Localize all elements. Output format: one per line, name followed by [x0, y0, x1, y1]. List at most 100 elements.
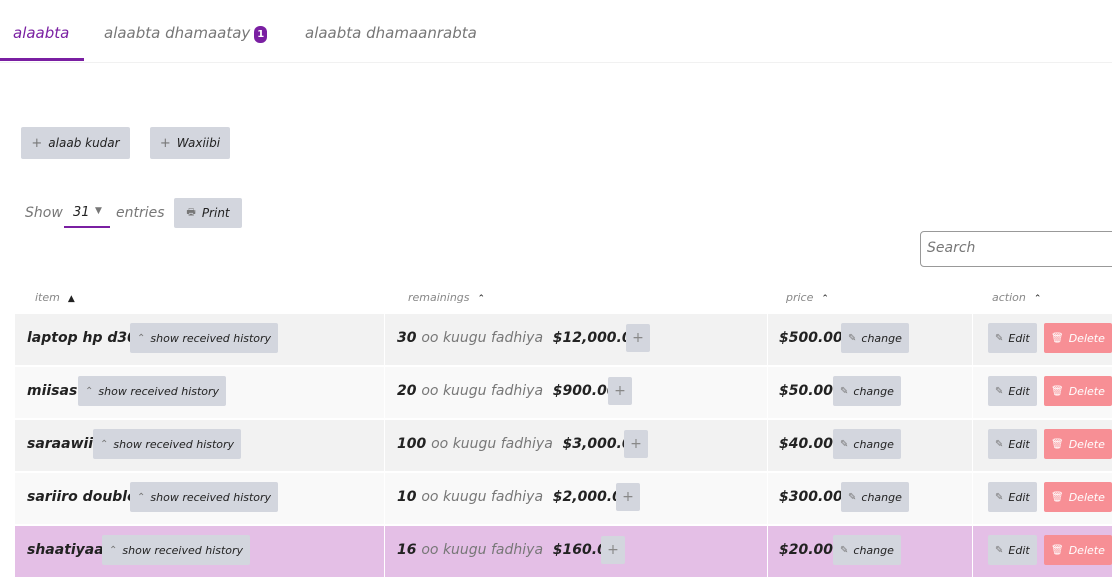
- trash-icon: 🗑: [1051, 491, 1064, 503]
- add-stock-button[interactable]: +: [616, 483, 640, 511]
- table-row: miisas ⌃ show received history 20 oo kuug…: [15, 367, 1112, 418]
- delete-label: Delete: [1068, 331, 1105, 345]
- price-value: $20.00: [779, 542, 834, 558]
- qty-text: oo kuugu fadhiya: [421, 383, 544, 399]
- search-input[interactable]: Search: [920, 231, 1112, 267]
- header-label: price: [786, 291, 814, 304]
- trash-icon: 🗑: [1051, 438, 1064, 450]
- edit-button[interactable]: ✎ Edit: [988, 482, 1037, 512]
- show-history-button[interactable]: ⌃ show received history: [102, 535, 251, 565]
- change-label: change: [861, 490, 902, 504]
- change-price-button[interactable]: ✎ change: [833, 429, 901, 459]
- item-name: shaatiyaal: [27, 542, 109, 558]
- remainings-text: 16 oo kuugu fadhiya $160.00: [397, 542, 617, 558]
- column-header-price[interactable]: price ⌃: [786, 291, 829, 304]
- edit-label: Edit: [1008, 543, 1030, 557]
- header-label: item: [35, 291, 60, 304]
- printer-icon: 🖶: [186, 206, 196, 218]
- item-name: miisas: [27, 383, 78, 399]
- add-stock-button[interactable]: +: [624, 430, 648, 458]
- qty: 10: [397, 489, 417, 505]
- qty: 100: [397, 436, 427, 452]
- change-price-button[interactable]: ✎ change: [833, 535, 901, 565]
- pencil-icon: ✎: [995, 385, 1004, 397]
- show-history-button[interactable]: ⌃ show received history: [130, 323, 279, 353]
- table-row: sariiro double ⌃ show received history 10…: [15, 473, 1112, 524]
- price-cell: $40.00 ✎ change: [768, 420, 973, 471]
- history-label: show received history: [122, 543, 244, 557]
- action-cell: ✎ Edit 🗑 Delete: [973, 367, 1112, 418]
- report-button[interactable]: + Waxiibi: [150, 127, 230, 159]
- entries-select[interactable]: 31 ▼: [64, 200, 110, 228]
- history-label: show received history: [150, 331, 272, 345]
- edit-label: Edit: [1008, 437, 1030, 451]
- price-cell: $300.00 ✎ change: [768, 473, 973, 524]
- history-label: show received history: [98, 384, 220, 398]
- active-tab-indicator: [0, 58, 84, 61]
- sort-up-icon: ⌃: [477, 294, 486, 304]
- item-name: laptop hp d30: [27, 330, 137, 346]
- action-cell: ✎ Edit 🗑 Delete: [973, 420, 1112, 471]
- add-item-button[interactable]: + alaab kudar: [21, 127, 130, 159]
- edit-button[interactable]: ✎ Edit: [988, 323, 1037, 353]
- price-value: $300.00: [779, 489, 843, 505]
- pencil-icon: ✎: [840, 385, 849, 397]
- sort-up-icon: ⌃: [821, 294, 829, 304]
- remainings-cell: 30 oo kuugu fadhiya $12,000.00 +: [385, 314, 768, 365]
- table-row: shaatiyaal ⌃ show received history 16 oo …: [15, 526, 1112, 577]
- pencil-icon: ✎: [995, 438, 1004, 450]
- column-header-remainings[interactable]: remainings ⌃: [408, 291, 485, 304]
- action-cell: ✎ Edit 🗑 Delete: [973, 526, 1112, 577]
- add-stock-button[interactable]: +: [626, 324, 650, 352]
- add-stock-button[interactable]: +: [601, 536, 625, 564]
- edit-label: Edit: [1008, 384, 1030, 398]
- show-history-button[interactable]: ⌃ show received history: [78, 376, 227, 406]
- column-header-action[interactable]: action ⌃: [992, 291, 1041, 304]
- change-label: change: [853, 384, 894, 398]
- chevron-up-icon: ⌃: [85, 385, 94, 397]
- add-stock-button[interactable]: +: [608, 377, 632, 405]
- pencil-icon: ✎: [848, 491, 857, 503]
- table-row: laptop hp d30 ⌃ show received history 30 …: [15, 314, 1112, 365]
- item-cell: sariiro double ⌃ show received history: [15, 473, 385, 524]
- qty-text: oo kuugu fadhiya: [421, 330, 544, 346]
- delete-button[interactable]: 🗑 Delete: [1044, 323, 1112, 353]
- delete-button[interactable]: 🗑 Delete: [1044, 535, 1112, 565]
- show-history-button[interactable]: ⌃ show received history: [130, 482, 279, 512]
- edit-button[interactable]: ✎ Edit: [988, 535, 1037, 565]
- change-price-button[interactable]: ✎ change: [841, 482, 909, 512]
- tab-alaabta-dhamaanrabta[interactable]: alaabta dhamaanrabta: [305, 24, 477, 42]
- delete-button[interactable]: 🗑 Delete: [1044, 482, 1112, 512]
- history-label: show received history: [150, 490, 272, 504]
- chevron-up-icon: ⌃: [137, 332, 146, 344]
- trash-icon: 🗑: [1051, 332, 1064, 344]
- search-placeholder: Search: [927, 240, 976, 256]
- delete-button[interactable]: 🗑 Delete: [1044, 376, 1112, 406]
- remainings-cell: 10 oo kuugu fadhiya $2,000.00 +: [385, 473, 768, 524]
- delete-label: Delete: [1068, 543, 1105, 557]
- tab-alaabta-dhamaatay[interactable]: alaabta dhamaatay 1: [104, 24, 268, 43]
- table-row: saraawiil ⌃ show received history 100 oo …: [15, 420, 1112, 471]
- change-price-button[interactable]: ✎ change: [841, 323, 909, 353]
- show-history-button[interactable]: ⌃ show received history: [93, 429, 242, 459]
- change-label: change: [853, 437, 894, 451]
- remainings-text: 30 oo kuugu fadhiya $12,000.00: [397, 330, 641, 346]
- chevron-up-icon: ⌃: [137, 491, 146, 503]
- edit-label: Edit: [1008, 331, 1030, 345]
- entries-value: 31: [73, 205, 90, 220]
- price-cell: $500.00 ✎ change: [768, 314, 973, 365]
- pencil-icon: ✎: [840, 438, 849, 450]
- edit-button[interactable]: ✎ Edit: [988, 376, 1037, 406]
- tab-alaabta[interactable]: alaabta: [13, 24, 69, 42]
- remainings-text: 10 oo kuugu fadhiya $2,000.00: [397, 489, 632, 505]
- edit-button[interactable]: ✎ Edit: [988, 429, 1037, 459]
- delete-button[interactable]: 🗑 Delete: [1044, 429, 1112, 459]
- change-price-button[interactable]: ✎ change: [833, 376, 901, 406]
- column-header-item[interactable]: item ▲: [35, 291, 75, 304]
- pencil-icon: ✎: [995, 332, 1004, 344]
- print-button[interactable]: 🖶 Print: [174, 198, 242, 228]
- header-label: remainings: [408, 291, 470, 304]
- price-value: $500.00: [779, 330, 843, 346]
- entries-label: entries: [116, 205, 165, 221]
- price-cell: $20.00 ✎ change: [768, 526, 973, 577]
